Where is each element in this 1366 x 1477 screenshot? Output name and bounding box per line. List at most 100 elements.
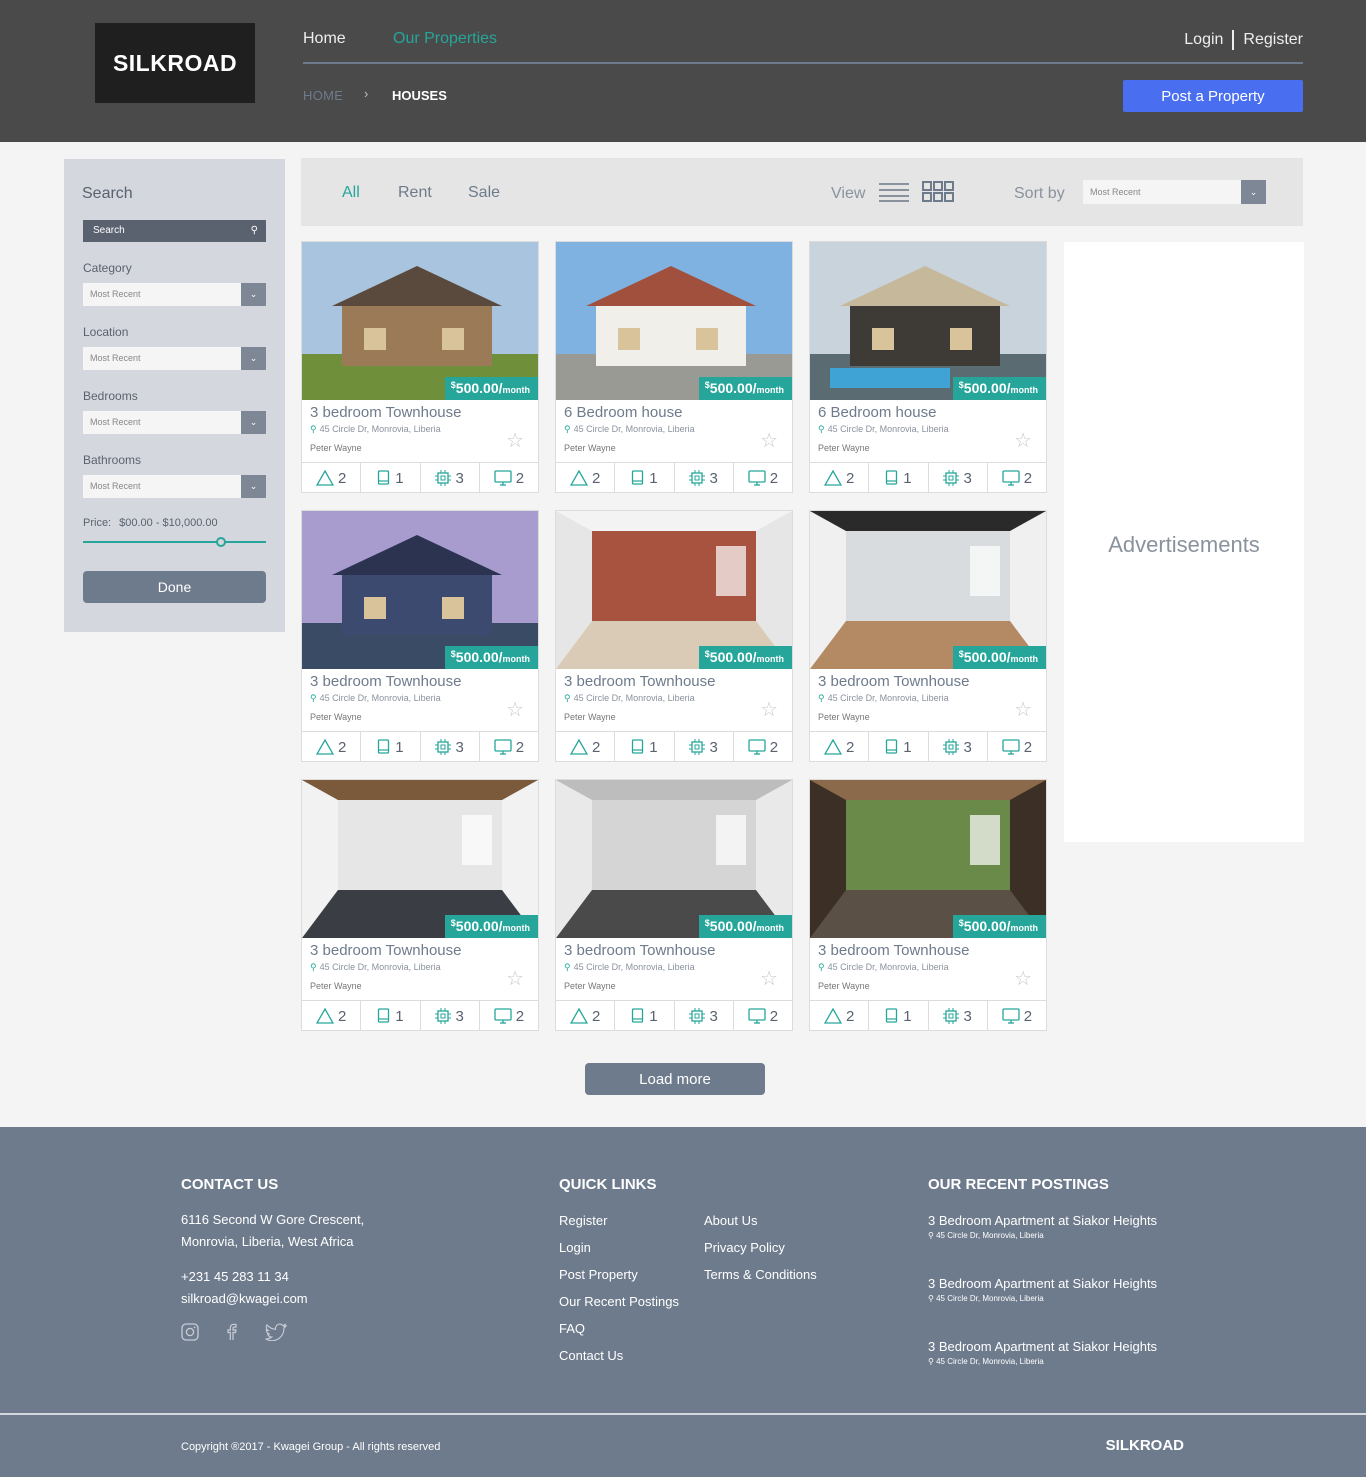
stat-tv-value: 2 bbox=[515, 469, 525, 487]
property-card[interactable]: $500.00/month 3 bedroom Townhouse ⚲ 45 Ci… bbox=[301, 779, 539, 1031]
done-button[interactable]: Done bbox=[83, 571, 266, 603]
chevron-down-icon[interactable]: ⌄ bbox=[241, 347, 266, 370]
property-card[interactable]: $500.00/month 3 bedroom Townhouse ⚲ 45 Ci… bbox=[809, 510, 1047, 762]
price-tag: $500.00/month bbox=[698, 915, 792, 938]
chip-icon bbox=[689, 739, 706, 755]
post-property-button[interactable]: Post a Property bbox=[1123, 80, 1303, 112]
advertisements-panel[interactable]: Advertisements bbox=[1064, 242, 1304, 842]
star-icon[interactable]: ☆ bbox=[1014, 428, 1032, 453]
footer-link-recent-postings[interactable]: Our Recent Postings bbox=[559, 1294, 679, 1309]
recent-posting-title[interactable]: 3 Bedroom Apartment at Siakor Heights bbox=[928, 1276, 1157, 1291]
property-card[interactable]: $500.00/month 6 Bedroom house ⚲ 45 Circle… bbox=[809, 241, 1047, 493]
location-select[interactable]: Most Recent ⌄ bbox=[83, 347, 266, 370]
brand-logo[interactable]: SILKROAD bbox=[95, 23, 255, 103]
recent-posting-address-text: 45 Circle Dr, Monrovia, Liberia bbox=[936, 1357, 1044, 1366]
tab-all[interactable]: All bbox=[342, 184, 360, 202]
bedrooms-select[interactable]: Most Recent ⌄ bbox=[83, 411, 266, 434]
chevron-down-icon[interactable]: ⌄ bbox=[241, 283, 266, 306]
sort-select[interactable]: Most Recent ⌄ bbox=[1083, 180, 1266, 204]
stat-beds: 2 bbox=[810, 732, 870, 762]
property-title[interactable]: 3 bedroom Townhouse bbox=[818, 942, 970, 959]
price-slider-track[interactable] bbox=[83, 541, 266, 543]
recent-posting-title[interactable]: 3 Bedroom Apartment at Siakor Heights bbox=[928, 1339, 1157, 1354]
facebook-icon[interactable] bbox=[223, 1323, 241, 1341]
recent-posting-title[interactable]: 3 Bedroom Apartment at Siakor Heights bbox=[928, 1213, 1157, 1228]
property-title[interactable]: 6 Bedroom house bbox=[818, 404, 936, 421]
property-card[interactable]: $500.00/month 3 bedroom Townhouse ⚲ 45 Ci… bbox=[301, 241, 539, 493]
footer-brand[interactable]: SILKROAD bbox=[1106, 1437, 1184, 1454]
property-address: ⚲ 45 Circle Dr, Monrovia, Liberia bbox=[564, 962, 695, 973]
chip-icon bbox=[689, 1008, 706, 1024]
chevron-down-icon[interactable]: ⌄ bbox=[1241, 180, 1266, 204]
login-link[interactable]: Login bbox=[1184, 31, 1223, 49]
footer-link-faq[interactable]: FAQ bbox=[559, 1321, 585, 1336]
footer-link-post-property[interactable]: Post Property bbox=[559, 1267, 638, 1282]
property-stats: 2 1 3 2 bbox=[302, 1000, 538, 1031]
property-card[interactable]: $500.00/month 3 bedroom Townhouse ⚲ 45 Ci… bbox=[555, 779, 793, 1031]
property-title[interactable]: 6 Bedroom house bbox=[564, 404, 682, 421]
recent-posting-address-text: 45 Circle Dr, Monrovia, Liberia bbox=[936, 1294, 1044, 1303]
chevron-down-icon[interactable]: ⌄ bbox=[241, 411, 266, 434]
tab-sale[interactable]: Sale bbox=[468, 184, 500, 202]
footer-link-terms[interactable]: Terms & Conditions bbox=[704, 1267, 817, 1282]
contact-phone[interactable]: +231 45 283 11 34 bbox=[181, 1266, 289, 1288]
register-link[interactable]: Register bbox=[1243, 31, 1303, 49]
tab-rent[interactable]: Rent bbox=[398, 184, 432, 202]
star-icon[interactable]: ☆ bbox=[760, 966, 778, 991]
property-card[interactable]: $500.00/month 3 bedroom Townhouse ⚲ 45 Ci… bbox=[809, 779, 1047, 1031]
nav-home-link[interactable]: Home bbox=[303, 30, 346, 48]
instagram-icon[interactable] bbox=[181, 1323, 199, 1341]
footer-link-about[interactable]: About Us bbox=[704, 1213, 757, 1228]
search-input[interactable]: Search ⚲ bbox=[83, 220, 266, 242]
stat-rooms-value: 3 bbox=[963, 738, 972, 756]
property-title[interactable]: 3 bedroom Townhouse bbox=[564, 942, 716, 959]
stat-baths: 1 bbox=[615, 732, 675, 762]
footer-link-register[interactable]: Register bbox=[559, 1213, 607, 1228]
footer-link-contact[interactable]: Contact Us bbox=[559, 1348, 623, 1363]
star-icon[interactable]: ☆ bbox=[1014, 697, 1032, 722]
load-more-button[interactable]: Load more bbox=[585, 1063, 765, 1095]
property-title[interactable]: 3 bedroom Townhouse bbox=[310, 404, 462, 421]
property-title[interactable]: 3 bedroom Townhouse bbox=[564, 673, 716, 690]
triangle-icon bbox=[315, 470, 334, 486]
star-icon[interactable]: ☆ bbox=[506, 697, 524, 722]
footer-link-login[interactable]: Login bbox=[559, 1240, 591, 1255]
search-sidebar: Search Search ⚲ Category Most Recent ⌄ L… bbox=[64, 159, 285, 632]
bathrooms-select[interactable]: Most Recent ⌄ bbox=[83, 475, 266, 498]
price-tag: $500.00/month bbox=[952, 377, 1046, 400]
chevron-down-icon[interactable]: ⌄ bbox=[241, 475, 266, 498]
property-card[interactable]: $500.00/month 3 bedroom Townhouse ⚲ 45 Ci… bbox=[555, 510, 793, 762]
grid-view-icon[interactable] bbox=[922, 181, 955, 203]
star-icon[interactable]: ☆ bbox=[760, 428, 778, 453]
price-tag: $500.00/month bbox=[444, 915, 538, 938]
price-slider-handle[interactable] bbox=[216, 537, 226, 547]
property-stats: 2 1 3 2 bbox=[302, 462, 538, 493]
location-select-value: Most Recent bbox=[90, 353, 141, 363]
property-owner: Peter Wayne bbox=[818, 981, 870, 991]
star-icon[interactable]: ☆ bbox=[506, 428, 524, 453]
price-tag: $500.00/month bbox=[698, 377, 792, 400]
property-stats: 2 1 3 2 bbox=[556, 1000, 792, 1031]
property-card[interactable]: $500.00/month 6 Bedroom house ⚲ 45 Circle… bbox=[555, 241, 793, 493]
price-period: month bbox=[756, 654, 785, 664]
property-title[interactable]: 3 bedroom Townhouse bbox=[818, 673, 970, 690]
property-title[interactable]: 3 bedroom Townhouse bbox=[310, 942, 462, 959]
twitter-icon[interactable] bbox=[265, 1323, 287, 1341]
search-icon[interactable]: ⚲ bbox=[251, 220, 258, 242]
nav-properties-link[interactable]: Our Properties bbox=[393, 30, 497, 48]
star-icon[interactable]: ☆ bbox=[760, 697, 778, 722]
contact-email[interactable]: silkroad@kwagei.com bbox=[181, 1288, 308, 1310]
star-icon[interactable]: ☆ bbox=[506, 966, 524, 991]
property-card[interactable]: $500.00/month 3 bedroom Townhouse ⚲ 45 Ci… bbox=[301, 510, 539, 762]
recent-posting-address: ⚲ 45 Circle Dr, Monrovia, Liberia bbox=[928, 1357, 1044, 1366]
star-icon[interactable]: ☆ bbox=[1014, 966, 1032, 991]
category-select[interactable]: Most Recent ⌄ bbox=[83, 283, 266, 306]
sort-select-value: Most Recent bbox=[1090, 187, 1141, 197]
stat-beds: 2 bbox=[556, 732, 616, 762]
footer-link-privacy[interactable]: Privacy Policy bbox=[704, 1240, 785, 1255]
property-title[interactable]: 3 bedroom Townhouse bbox=[310, 673, 462, 690]
list-view-icon[interactable] bbox=[879, 182, 909, 202]
breadcrumb-home[interactable]: HOME bbox=[303, 88, 343, 103]
stat-beds-value: 2 bbox=[591, 738, 601, 756]
property-address-text: 45 Circle Dr, Monrovia, Liberia bbox=[573, 962, 695, 972]
